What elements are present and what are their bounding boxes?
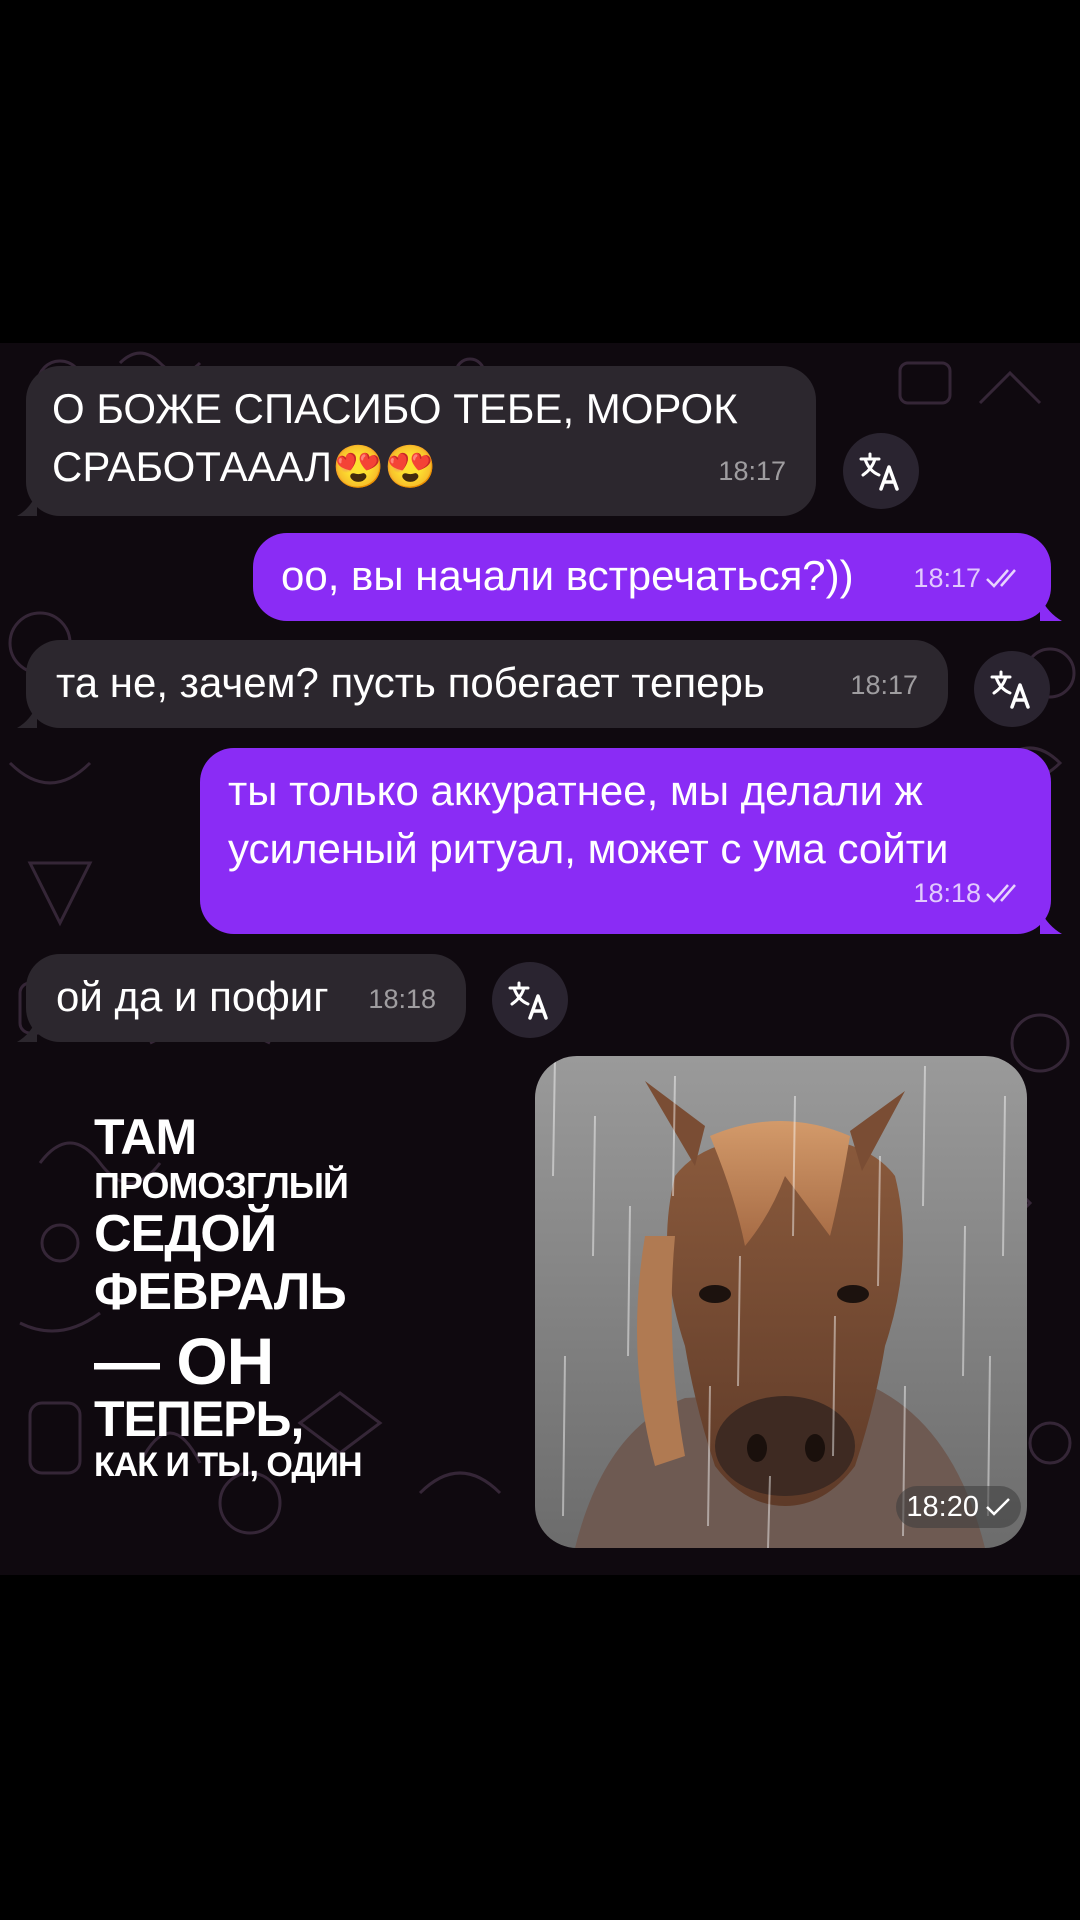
bubble-tail [17, 492, 37, 516]
bubble-tail [17, 1018, 37, 1042]
message-time: 18:18 [368, 984, 436, 1014]
message-text: О БОЖЕ СПАСИБО ТЕБЕ, МОРОК [52, 385, 738, 432]
sticker-caption-line: ПРОМОЗГЛЫЙ [94, 1165, 349, 1206]
message-text: та не, зачем? пусть побегает теперь [56, 659, 765, 706]
message-text: оо, вы начали встречаться?)) [281, 552, 854, 599]
sticker-caption-line: ФЕВРАЛЬ [94, 1263, 347, 1321]
horse-image [535, 1056, 1027, 1548]
message-time: 18:18 [913, 864, 1025, 922]
message-outgoing[interactable]: ты только аккуратнее, мы делали ж усилен… [200, 748, 1062, 934]
double-check-icon [986, 569, 1016, 588]
message-incoming[interactable]: ой да и пофиг 18:18 [17, 954, 466, 1042]
sticker-caption-line: ТАМ [94, 1109, 197, 1165]
double-check-icon [986, 884, 1016, 903]
sticker-caption-line: СЕДОЙ [94, 1205, 277, 1263]
check-icon [986, 1498, 1010, 1516]
message-text: СРАБОТАААЛ😍😍 [52, 443, 437, 490]
message-time: 18:17 [850, 670, 918, 700]
message-outgoing[interactable]: оо, вы начали встречаться?)) 18:17 [253, 533, 1062, 621]
translate-button[interactable] [974, 651, 1050, 727]
sticker-caption-line: — ОН [94, 1324, 274, 1398]
media-message[interactable]: 18:20 [535, 1056, 1027, 1548]
sticker-caption-line: ТЕПЕРЬ, [94, 1391, 304, 1447]
message-text: ты только аккуратнее, мы делали ж [228, 767, 923, 814]
translate-icon [508, 981, 548, 1020]
message-incoming[interactable]: О БОЖЕ СПАСИБО ТЕБЕ, МОРОК СРАБОТАААЛ😍😍 … [17, 366, 816, 516]
emoji: 😍😍 [332, 443, 437, 490]
bubble-tail [1040, 597, 1062, 621]
message-text: усиленый ритуал, может с ума сойти [228, 825, 949, 872]
bubble-tail [1040, 910, 1062, 934]
translate-button[interactable] [492, 962, 568, 1038]
message-incoming[interactable]: та не, зачем? пусть побегает теперь 18:1… [17, 640, 948, 728]
message-time: 18:17 [718, 456, 786, 486]
bubble-tail [17, 704, 37, 728]
sticker-caption-line: КАК И ТЫ, ОДИН [94, 1446, 363, 1484]
translate-button[interactable] [843, 433, 919, 509]
media-time-badge: 18:20 [896, 1486, 1021, 1528]
translate-icon [990, 670, 1030, 709]
message-time: 18:17 [913, 549, 1025, 607]
translate-icon [859, 452, 899, 491]
